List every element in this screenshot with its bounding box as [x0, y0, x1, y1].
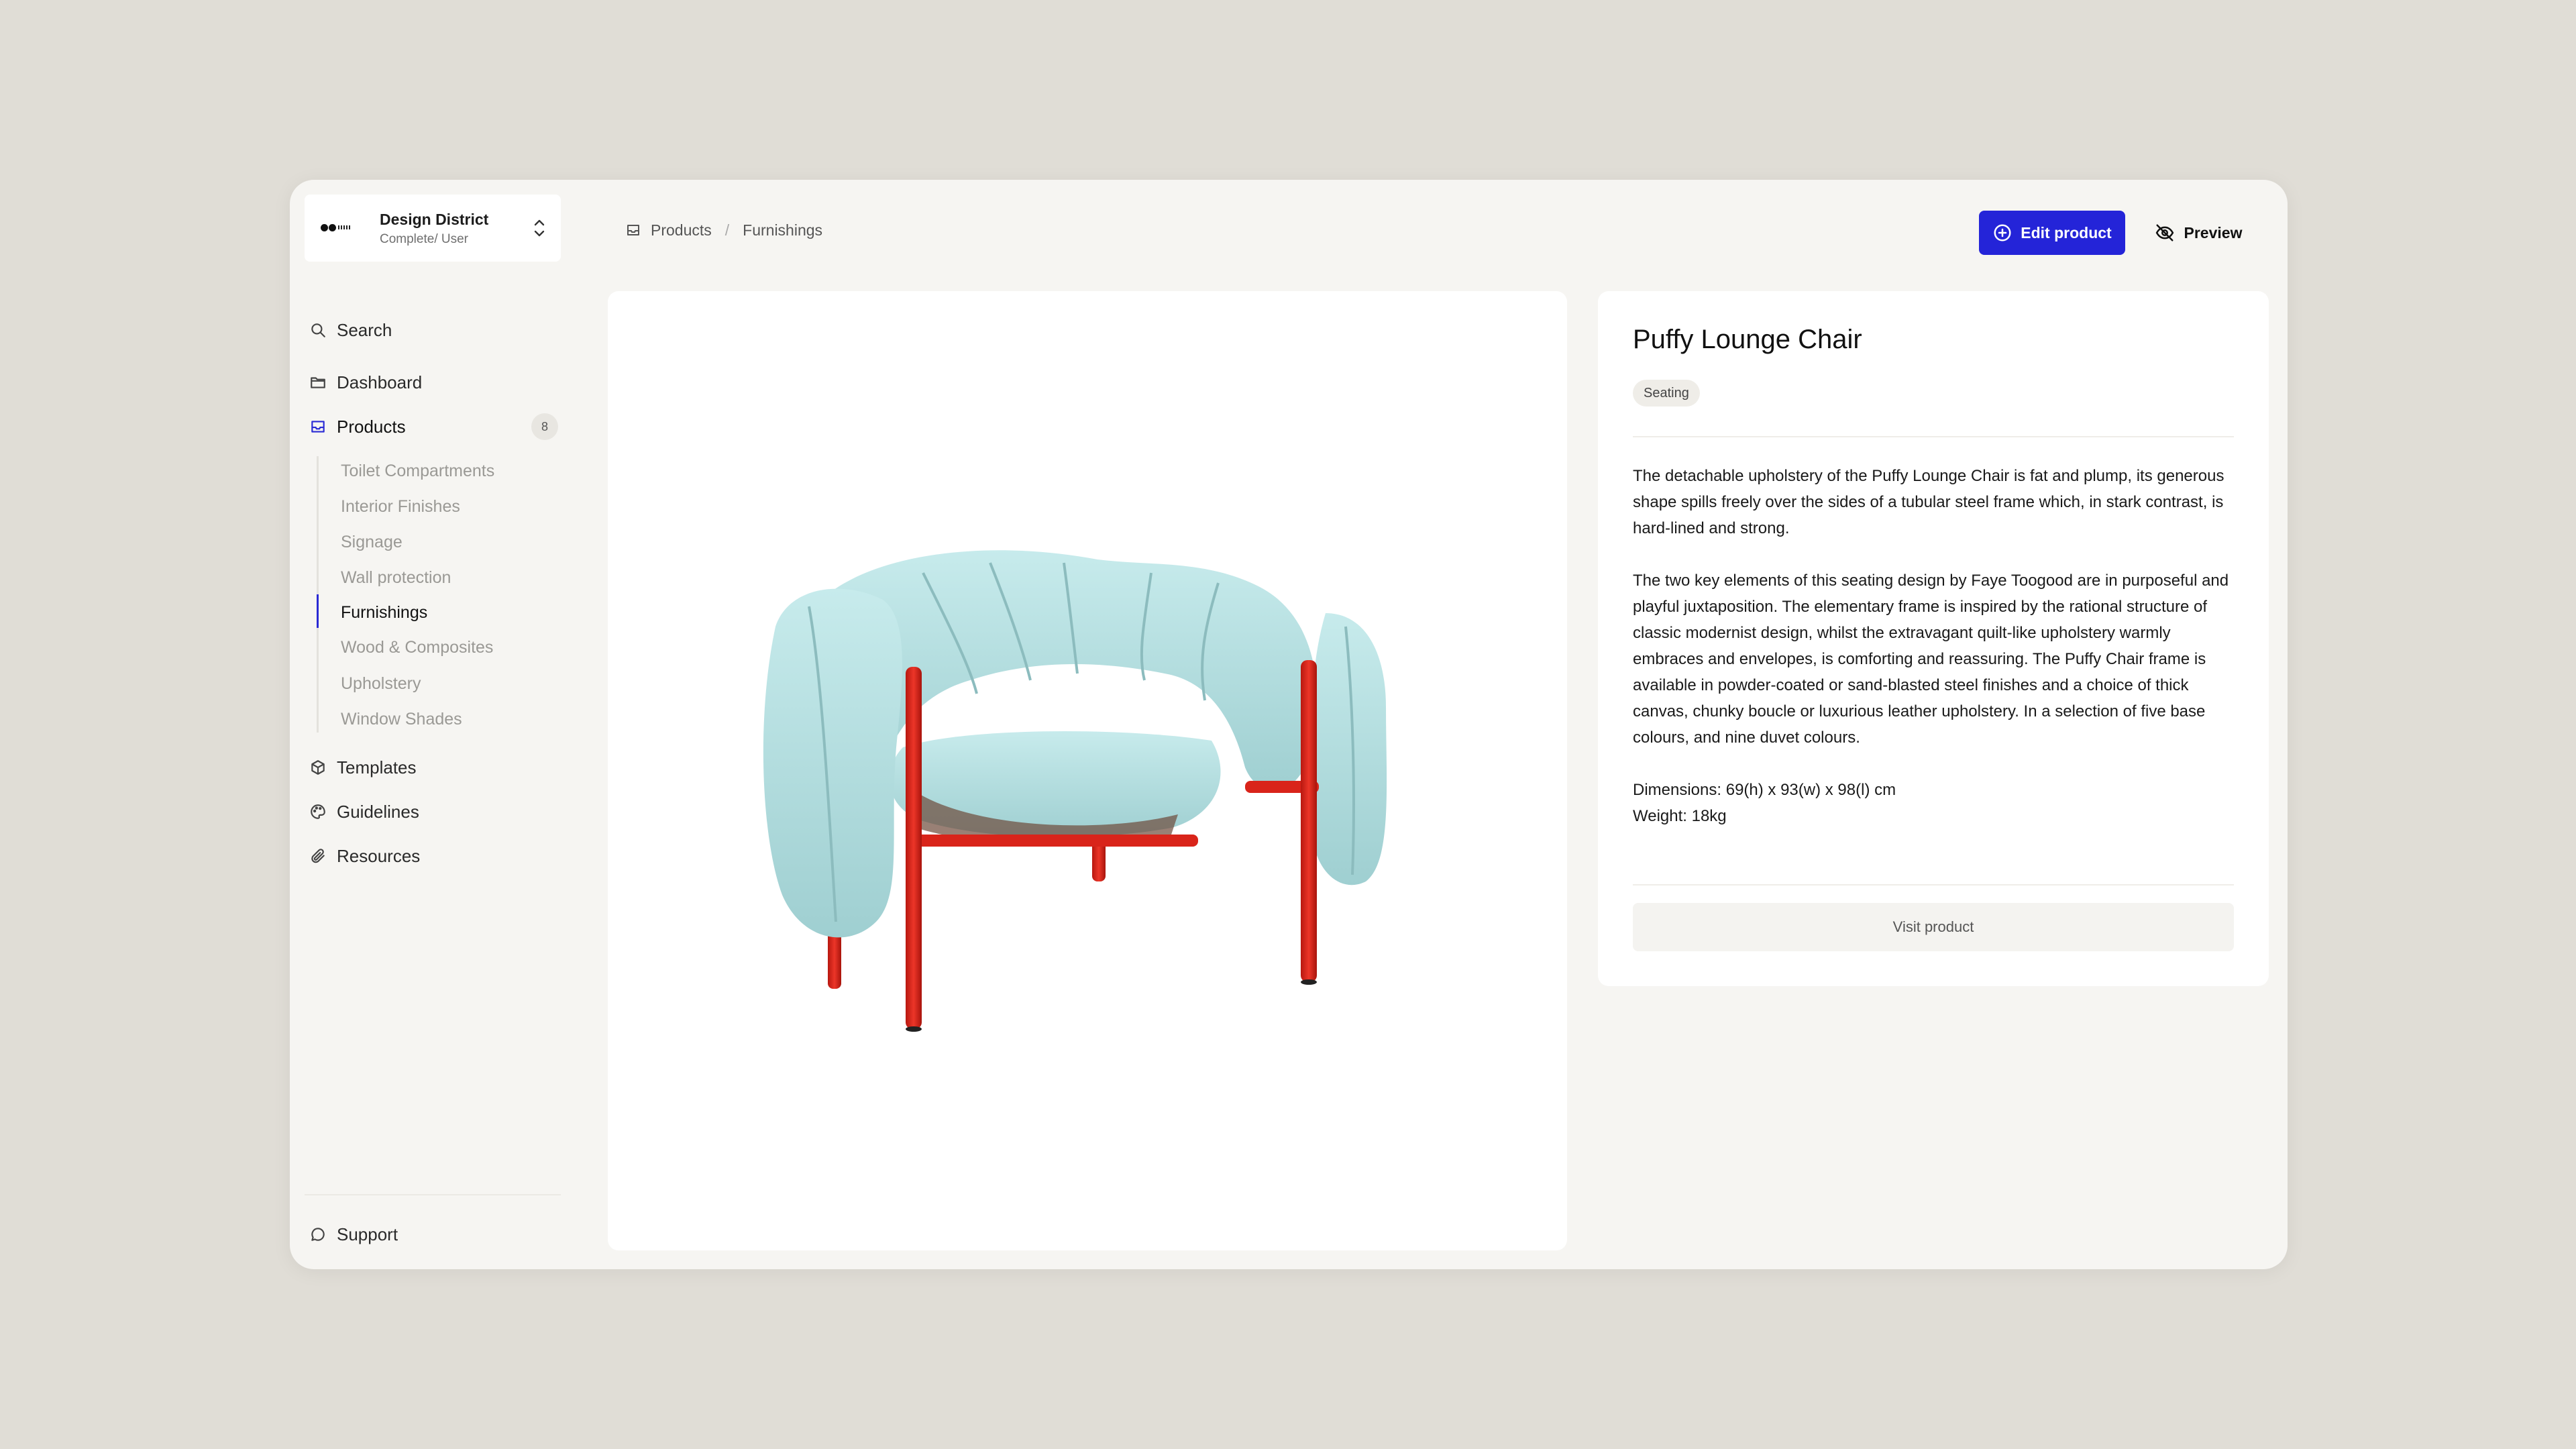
category-tag: Seating: [1633, 380, 1700, 407]
product-image-panel: [608, 291, 1567, 1250]
divider: [1633, 436, 2234, 437]
subnav-item-upholstery[interactable]: Upholstery: [341, 670, 421, 697]
sidebar-item-label: Support: [337, 1224, 398, 1244]
sidebar-item-resources[interactable]: Resources: [309, 843, 420, 869]
sidebar-item-support[interactable]: Support: [309, 1221, 398, 1248]
plus-circle-icon: [1994, 224, 2011, 241]
product-info-panel: Puffy Lounge Chair Seating The detachabl…: [1598, 291, 2269, 986]
edit-product-button[interactable]: Edit product: [1979, 211, 2125, 255]
workspace-role: Complete/ User: [380, 232, 468, 246]
sidebar-item-label: Guidelines: [337, 801, 419, 822]
subnav-item-window-shades[interactable]: Window Shades: [341, 706, 462, 733]
product-image: [763, 550, 1387, 1032]
workspace-name: Design District: [380, 211, 489, 228]
subnav-item-wall-protection[interactable]: Wall protection: [341, 564, 451, 591]
subnav-item-wood-composites[interactable]: Wood & Composites: [341, 634, 493, 661]
sidebar-item-products[interactable]: Products: [309, 413, 406, 440]
subnav-active-indicator: [317, 594, 319, 628]
subnav-item-signage[interactable]: Signage: [341, 529, 402, 555]
inbox-icon: [309, 417, 327, 436]
product-description: The detachable upholstery of the Puffy L…: [1633, 463, 2234, 829]
product-weight: Weight: 18kg: [1633, 807, 1727, 825]
cube-icon: [309, 758, 327, 777]
breadcrumb: Products / Furnishings: [625, 220, 822, 240]
sidebar-item-templates[interactable]: Templates: [309, 754, 417, 781]
paperclip-icon: [309, 847, 327, 865]
description-paragraph: The two key elements of this seating des…: [1633, 572, 2229, 747]
description-paragraph: The detachable upholstery of the Puffy L…: [1633, 467, 2224, 537]
edit-product-label: Edit product: [2021, 223, 2112, 241]
subnav-item-toilet-compartments[interactable]: Toilet Compartments: [341, 458, 494, 484]
sidebar-item-label: Products: [337, 416, 406, 437]
breadcrumb-products[interactable]: Products: [651, 221, 712, 239]
sidebar-item-label: Templates: [337, 757, 417, 777]
sidebar-item-dashboard[interactable]: Dashboard: [309, 369, 422, 396]
folder-icon: [309, 373, 327, 392]
search-icon: [309, 321, 327, 339]
sidebar-search[interactable]: Search: [309, 317, 392, 343]
sidebar-search-label: Search: [337, 319, 392, 340]
visit-product-button[interactable]: Visit product: [1633, 903, 2234, 951]
divider: [1633, 884, 2234, 885]
chat-bubble-icon: [309, 1225, 327, 1244]
inbox-icon: [625, 222, 641, 238]
palette-icon: [309, 802, 327, 821]
sidebar-item-label: Dashboard: [337, 372, 423, 392]
workspace-switcher[interactable]: Design District Complete/ User: [305, 195, 561, 262]
products-count-badge: 8: [531, 413, 558, 440]
chevron-up-down-icon[interactable]: [531, 215, 547, 241]
workspace-logo: [321, 223, 354, 233]
sidebar-item-guidelines[interactable]: Guidelines: [309, 798, 419, 825]
subnav-item-furnishings[interactable]: Furnishings: [341, 599, 427, 626]
breadcrumb-separator: /: [724, 221, 730, 239]
sidebar-divider: [305, 1194, 561, 1195]
product-title: Puffy Lounge Chair: [1633, 325, 1862, 354]
preview-button[interactable]: Preview: [2141, 211, 2255, 255]
preview-label: Preview: [2184, 223, 2243, 241]
product-dimensions: Dimensions: 69(h) x 93(w) x 98(l) cm: [1633, 781, 1896, 799]
breadcrumb-furnishings[interactable]: Furnishings: [743, 221, 822, 239]
app-window: Design District Complete/ User Search Da…: [290, 180, 2288, 1269]
subnav-item-interior-finishes[interactable]: Interior Finishes: [341, 493, 460, 520]
sidebar-item-label: Resources: [337, 845, 421, 866]
eye-off-icon: [2155, 224, 2174, 241]
